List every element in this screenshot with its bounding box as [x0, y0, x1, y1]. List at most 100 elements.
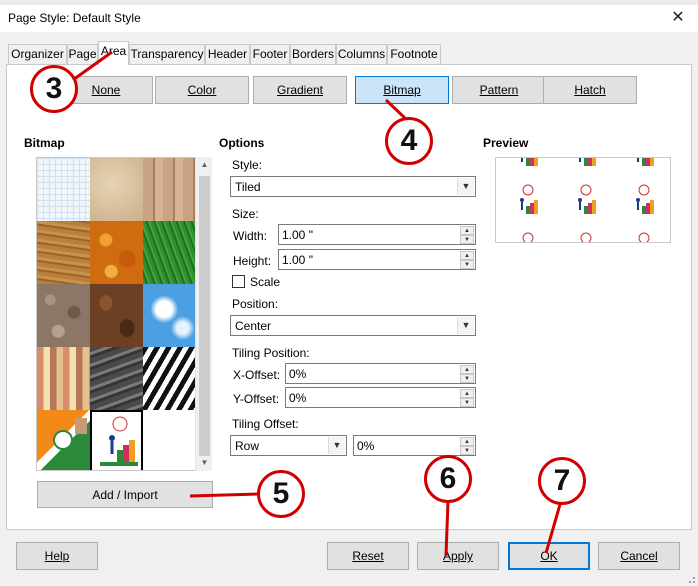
spin-up-icon[interactable]: ▲	[460, 389, 474, 398]
tab-header[interactable]: Header	[205, 44, 250, 64]
poster-image-icon	[53, 418, 87, 450]
style-select[interactable]: Tiled ▼	[230, 176, 476, 197]
window-title: Page Style: Default Style	[8, 11, 141, 25]
preview-tile	[635, 158, 655, 167]
y-offset-label: Y-Offset:	[233, 392, 280, 406]
preview-tile	[577, 158, 597, 167]
spin-down-icon[interactable]: ▼	[460, 235, 474, 244]
gradient-button[interactable]: Gradient	[253, 76, 347, 104]
tab-footnote[interactable]: Footnote	[387, 44, 441, 64]
spin-up-icon[interactable]: ▲	[460, 251, 474, 260]
size-label: Size:	[232, 207, 259, 221]
help-button[interactable]: Help	[16, 542, 98, 570]
apply-button[interactable]: Apply	[417, 542, 499, 570]
tab-area[interactable]: Area	[98, 41, 129, 65]
spin-down-icon[interactable]: ▼	[460, 374, 474, 383]
staircase-person-icon	[100, 416, 138, 466]
resize-grip-icon[interactable]	[684, 572, 696, 584]
bitmap-tile-wood-planks[interactable]	[143, 158, 196, 221]
x-offset-label: X-Offset:	[233, 368, 281, 382]
hatch-button[interactable]: Hatch	[543, 76, 637, 104]
tab-organizer[interactable]: Organizer	[8, 44, 67, 64]
pattern-button[interactable]: Pattern	[452, 76, 546, 104]
preview-tile	[635, 184, 655, 215]
bitmap-tile-pebbles[interactable]	[37, 284, 90, 347]
bitmap-tile-icon-image[interactable]	[90, 410, 143, 470]
width-value: 1.00 "	[282, 228, 313, 242]
spin-up-icon[interactable]: ▲	[460, 226, 474, 235]
bitmap-section-title: Bitmap	[24, 136, 65, 150]
bitmap-tile-stone-wall[interactable]	[90, 347, 143, 410]
y-offset-value: 0%	[289, 391, 307, 405]
bitmap-tile-parchment[interactable]	[90, 158, 143, 221]
bitmap-tile-autumn-leaves[interactable]	[90, 221, 143, 284]
preview-box	[495, 157, 671, 243]
tiling-offset-mode-value: Row	[235, 439, 260, 453]
height-value: 1.00 "	[282, 253, 313, 267]
tab-transparency[interactable]: Transparency	[129, 44, 205, 64]
bitmap-tile-grid-paper[interactable]	[37, 158, 90, 221]
scale-label: Scale	[250, 275, 281, 289]
annotation-7: 7	[538, 457, 586, 505]
bitmap-tile-sky-clouds[interactable]	[143, 284, 196, 347]
height-label: Height:	[233, 254, 272, 268]
bitmap-tile-color-squares[interactable]	[37, 347, 90, 410]
close-icon[interactable]: ✕	[666, 7, 690, 29]
bitmap-tile-coffee-beans[interactable]	[90, 284, 143, 347]
annotation-4: 4	[385, 117, 433, 165]
reset-button[interactable]: Reset	[327, 542, 409, 570]
annotation-5: 5	[257, 470, 305, 518]
annotation-3: 3	[30, 65, 78, 113]
tab-page[interactable]: Page	[67, 44, 98, 64]
bitmap-tile-poster-image[interactable]	[37, 410, 90, 470]
preview-tile	[519, 158, 539, 167]
tab-columns[interactable]: Columns	[336, 44, 387, 64]
position-select[interactable]: Center ▼	[230, 315, 476, 336]
spin-up-icon[interactable]: ▲	[460, 437, 474, 446]
color-button[interactable]: Color	[155, 76, 249, 104]
bitmap-tile-grass[interactable]	[143, 221, 196, 284]
preview-tiled-image	[519, 158, 655, 242]
style-label: Style:	[232, 158, 263, 172]
x-offset-value: 0%	[289, 367, 307, 381]
preview-tile	[577, 232, 597, 242]
x-offset-spinbox[interactable]: 0% ▲ ▼	[285, 363, 476, 384]
tiling-position-label: Tiling Position:	[232, 346, 310, 360]
position-select-value: Center	[235, 319, 272, 333]
height-spinbox[interactable]: 1.00 " ▲ ▼	[278, 249, 476, 270]
preview-tile	[577, 184, 597, 215]
bitmap-button[interactable]: Bitmap	[355, 76, 449, 104]
bitmap-tile-wood-grain[interactable]	[37, 221, 90, 284]
scale-checkbox[interactable]	[232, 275, 245, 288]
tiling-offset-mode-select[interactable]: Row ▼	[230, 435, 347, 456]
ok-button[interactable]: OK	[508, 542, 590, 570]
tab-borders[interactable]: Borders	[290, 44, 336, 64]
tiling-offset-spinbox[interactable]: 0% ▲ ▼	[353, 435, 476, 456]
scroll-down-arrow-icon[interactable]: ▼	[196, 455, 213, 471]
annotation-6: 6	[424, 455, 472, 503]
width-label: Width:	[233, 229, 268, 243]
add-import-button[interactable]: Add / Import	[37, 481, 213, 508]
width-spinbox[interactable]: 1.00 " ▲ ▼	[278, 224, 476, 245]
tiling-offset-label: Tiling Offset:	[232, 417, 299, 431]
gallery-scrollbar[interactable]: ▲ ▼	[195, 157, 212, 471]
chevron-down-icon[interactable]: ▼	[457, 317, 474, 334]
chevron-down-icon[interactable]: ▼	[328, 437, 345, 454]
tab-footer[interactable]: Footer	[250, 44, 290, 64]
scroll-thumb[interactable]	[199, 176, 210, 456]
position-label: Position:	[232, 297, 279, 311]
preview-section-title: Preview	[483, 136, 529, 150]
scroll-up-arrow-icon[interactable]: ▲	[196, 157, 213, 173]
spin-down-icon[interactable]: ▼	[460, 446, 474, 455]
y-offset-spinbox[interactable]: 0% ▲ ▼	[285, 387, 476, 408]
spin-down-icon[interactable]: ▼	[460, 260, 474, 269]
preview-tile	[519, 232, 539, 242]
preview-tile	[635, 232, 655, 242]
bitmap-tile-zebra[interactable]	[143, 347, 196, 410]
chevron-down-icon[interactable]: ▼	[457, 178, 474, 195]
spin-up-icon[interactable]: ▲	[460, 365, 474, 374]
bitmap-gallery[interactable]	[36, 157, 212, 471]
style-select-value: Tiled	[235, 180, 261, 194]
spin-down-icon[interactable]: ▼	[460, 398, 474, 407]
cancel-button[interactable]: Cancel	[598, 542, 680, 570]
